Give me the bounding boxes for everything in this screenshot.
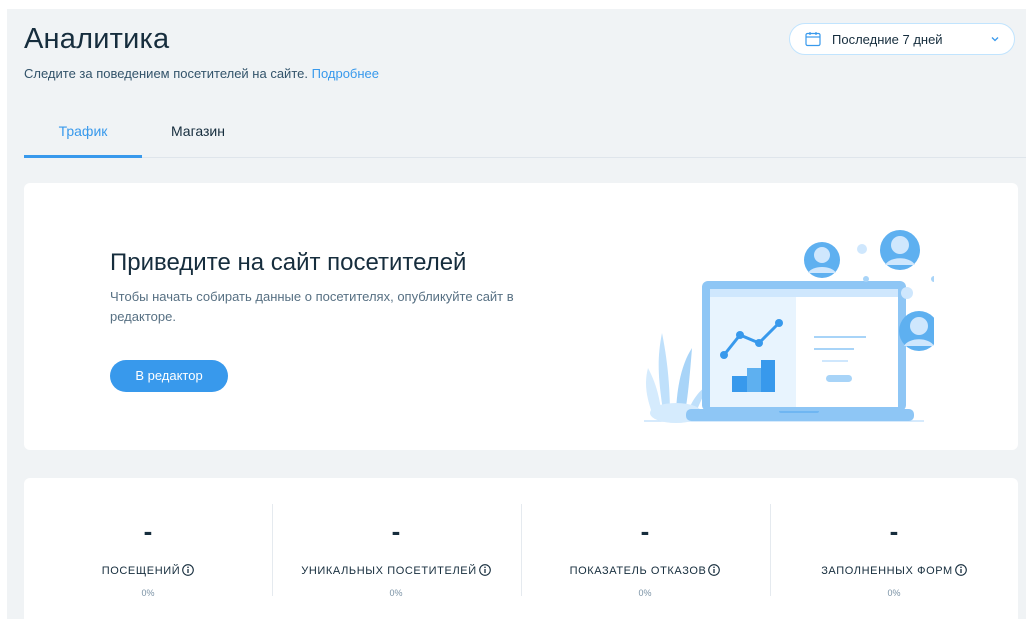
analytics-tabs: Трафик Магазин — [24, 113, 1026, 158]
analytics-page: Аналитика Следите за поведением посетите… — [7, 9, 1026, 619]
tab-traffic[interactable]: Трафик — [24, 113, 142, 158]
stat-value: - — [640, 516, 650, 546]
stat-percent: 0% — [887, 588, 901, 598]
info-icon[interactable] — [478, 564, 491, 576]
stat-visits: - ПОСЕЩЕНИЙ 0% — [24, 478, 272, 619]
info-icon[interactable] — [954, 564, 967, 576]
go-to-editor-button[interactable]: В редактор — [110, 360, 228, 392]
stat-label: ПОКАЗАТЕЛЬ ОТКАЗОВ — [521, 564, 769, 577]
empty-state-card: Приведите на сайт посетителей Чтобы нача… — [24, 183, 1018, 450]
page-subtitle: Следите за поведением посетителей на сай… — [24, 66, 379, 81]
stat-percent: 0% — [638, 588, 652, 598]
stat-label: ЗАПОЛНЕННЫХ ФОРМ — [770, 564, 1018, 577]
stat-label: УНИКАЛЬНЫХ ПОСЕТИТЕЛЕЙ — [272, 564, 520, 577]
analytics-illustration — [644, 230, 934, 423]
info-icon[interactable] — [708, 564, 721, 576]
learn-more-link[interactable]: Подробнее — [312, 66, 379, 81]
stat-value: - — [889, 516, 899, 546]
stat-label: ПОСЕЩЕНИЙ — [24, 564, 272, 577]
chevron-down-icon — [991, 37, 999, 42]
stat-value: - — [391, 516, 401, 546]
stat-percent: 0% — [141, 588, 155, 598]
stats-panel: - ПОСЕЩЕНИЙ 0% - УНИКАЛЬНЫХ ПОСЕТИТЕЛЕЙ … — [24, 478, 1018, 619]
tab-store[interactable]: Магазин — [142, 113, 254, 157]
page-title: Аналитика — [24, 23, 170, 55]
info-icon[interactable] — [182, 564, 195, 576]
subtitle-text: Следите за поведением посетителей на сай… — [24, 66, 308, 81]
stat-forms-submitted: - ЗАПОЛНЕННЫХ ФОРМ 0% — [770, 478, 1018, 619]
empty-state-title: Приведите на сайт посетителей — [110, 249, 467, 276]
stat-bounce-rate: - ПОКАЗАТЕЛЬ ОТКАЗОВ 0% — [521, 478, 769, 619]
date-range-label: Последние 7 дней — [832, 31, 943, 47]
calendar-icon — [805, 32, 821, 47]
stat-unique-visitors: - УНИКАЛЬНЫХ ПОСЕТИТЕЛЕЙ 0% — [272, 478, 520, 619]
date-range-dropdown[interactable]: Последние 7 дней — [789, 23, 1015, 55]
empty-state-text: Чтобы начать собирать данные о посетител… — [110, 289, 514, 324]
stat-percent: 0% — [389, 588, 403, 598]
stat-value: - — [143, 516, 153, 546]
